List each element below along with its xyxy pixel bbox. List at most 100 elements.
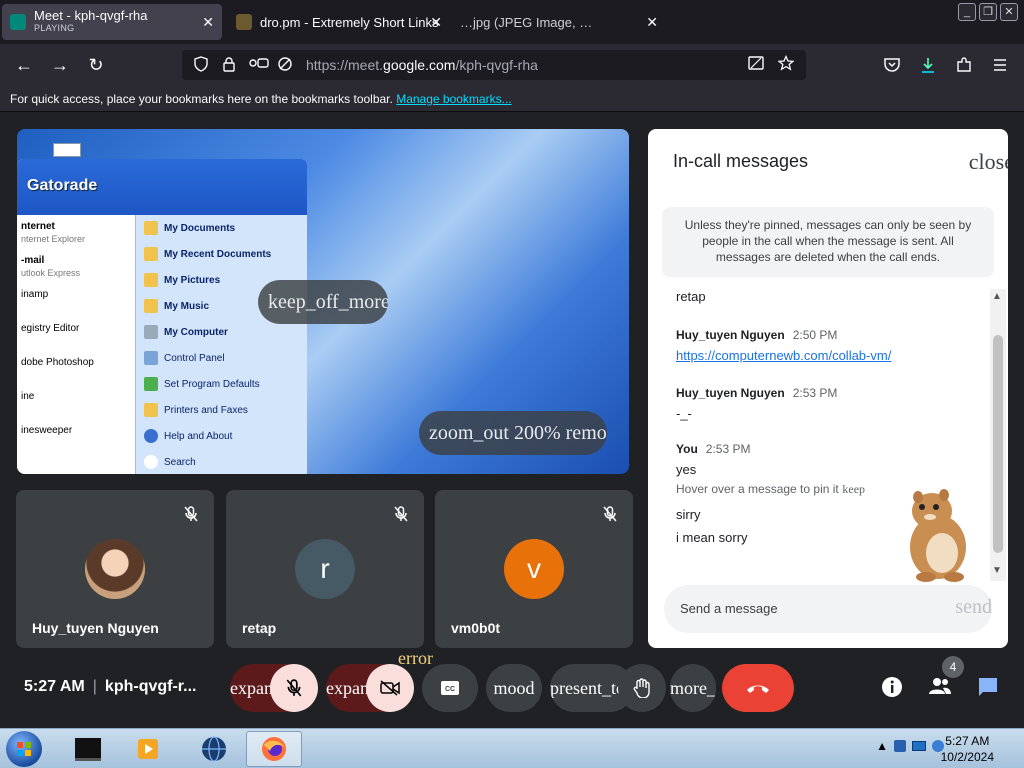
window-controls: _ ❐ ✕ — [958, 3, 1018, 21]
participant-tile[interactable]: Huy_tuyen Nguyen — [16, 490, 214, 648]
program-label: egistry Editor — [21, 323, 80, 334]
reactions-button[interactable]: mood — [486, 664, 542, 712]
place-label: Set Program Defaults — [164, 378, 260, 390]
extensions-icon[interactable] — [952, 53, 976, 77]
list-item: dobe Photoshop — [17, 351, 135, 385]
printer-icon — [144, 403, 158, 417]
separator: | — [92, 678, 97, 695]
tile-overlay-controls[interactable]: keep_off_more_vert — [258, 280, 388, 324]
dropm-favicon-icon — [236, 14, 252, 30]
scroll-thumb[interactable] — [993, 335, 1003, 553]
raise-hand-button[interactable] — [618, 664, 666, 712]
start-button[interactable] — [6, 731, 42, 767]
camera-blocked-icon[interactable] — [276, 56, 294, 74]
leave-call-button[interactable] — [722, 664, 794, 712]
clock-date: 10/2/2024 — [940, 750, 994, 764]
place-label: My Music — [164, 300, 210, 312]
navigation-toolbar: ← → ↻ https://meet.google.com/kph-qvgf-r… — [0, 44, 1024, 86]
tray-display-icon[interactable] — [912, 741, 926, 751]
minimize-icon[interactable]: _ — [958, 3, 976, 21]
participant-name: Huy_tuyen Nguyen — [32, 620, 159, 636]
message-link[interactable]: https://computernewb.com/collab-vm/ — [676, 348, 986, 363]
tray-expand-icon[interactable]: ▲ — [876, 739, 888, 753]
mini-window-icon — [53, 143, 81, 157]
message-header: Huy_tuyen Nguyen 2:50 PM — [676, 327, 986, 342]
manage-bookmarks-link[interactable]: Manage bookmarks... — [396, 92, 511, 106]
message-input[interactable]: Send a message send — [664, 585, 992, 633]
more-options-button[interactable]: more_vert — [670, 664, 716, 712]
place-label: Control Panel — [164, 352, 225, 364]
meeting-details-button[interactable] — [880, 676, 904, 700]
presentation-tile[interactable]: Gatorade nternet nternet Explorer -mail ut… — [17, 129, 629, 474]
people-button[interactable] — [928, 676, 952, 700]
list-item: My Documents — [136, 215, 307, 241]
program-label: -mail — [21, 255, 45, 266]
list-item: Set Program Defaults — [136, 371, 307, 397]
chat-button[interactable] — [976, 676, 1000, 700]
mic-toggle-button[interactable] — [270, 664, 318, 712]
taskbar-app[interactable] — [60, 731, 116, 767]
captions-button[interactable]: CC — [422, 664, 478, 712]
taskbar-app-firefox[interactable] — [246, 731, 302, 767]
tray-app-icon[interactable] — [894, 740, 906, 752]
message-time: 2:50 PM — [792, 328, 838, 342]
meeting-code[interactable]: kph-qvgf-r... — [105, 678, 197, 695]
bookmark-star-icon[interactable] — [776, 54, 796, 75]
participant-name: vm0b0t — [451, 620, 501, 636]
system-clock[interactable]: 5:27 AM 10/2/2024 — [941, 733, 994, 765]
back-icon[interactable]: ← — [12, 53, 36, 77]
message-scrollbar[interactable]: ▲ ▼ — [990, 289, 1006, 581]
keep-icon[interactable]: keep — [842, 482, 865, 496]
lock-icon[interactable] — [220, 56, 238, 74]
place-label: Printers and Faxes — [164, 404, 248, 416]
permissions-icon[interactable] — [248, 56, 269, 74]
downloads-icon[interactable] — [916, 53, 940, 77]
meeting-controls: 5:27 AM|kph-qvgf-r... error expand_less … — [0, 648, 1024, 728]
tab-jpeg[interactable]: …jpg (JPEG Image, … ✕ — [452, 4, 666, 40]
recent-icon — [144, 247, 158, 261]
close-panel-button[interactable]: close — [969, 149, 1008, 175]
system-tray: ▲ — [876, 739, 944, 753]
windows-logo-icon — [17, 742, 31, 756]
os-taskbar: ▲ 5:27 AM 10/2/2024 — [0, 728, 1024, 768]
firefox-icon — [262, 737, 286, 761]
reload-icon[interactable]: ↻ — [84, 53, 108, 77]
restore-icon[interactable]: ❐ — [979, 3, 997, 21]
participant-tile[interactable]: r retap — [226, 490, 424, 648]
program-label: ine — [21, 391, 35, 402]
tab-dropm[interactable]: dro.pm - Extremely Short Links ✕ — [228, 4, 450, 40]
participant-tile[interactable]: v vm0b0t — [435, 490, 633, 648]
reader-view-icon[interactable] — [746, 55, 766, 75]
window-close-icon[interactable]: ✕ — [1000, 3, 1018, 21]
scroll-up-icon[interactable]: ▲ — [992, 291, 1002, 302]
shield-icon[interactable] — [192, 56, 210, 74]
menu-icon[interactable] — [988, 53, 1012, 77]
url-bar[interactable]: https://meet.google.com/kph-qvgf-rha — [182, 50, 806, 80]
zoom-controls[interactable]: zoom_out 200% remove — [419, 411, 607, 455]
search-icon — [144, 455, 158, 469]
control-panel-icon — [144, 351, 158, 365]
camera-toggle-button[interactable] — [366, 664, 414, 712]
place-label: Help and About — [164, 430, 233, 442]
close-tab-icon[interactable]: ✕ — [646, 14, 658, 31]
globe-app-icon — [202, 736, 226, 762]
close-tab-icon[interactable]: ✕ — [430, 14, 442, 31]
message-sender: You — [676, 442, 698, 456]
list-item: My Recent Documents — [136, 241, 307, 267]
url-text[interactable]: https://meet.google.com/kph-qvgf-rha — [306, 57, 746, 73]
start-menu-places: My Documents My Recent Documents My Pict… — [135, 215, 307, 474]
tab-meet[interactable]: Meet - kph-qvgf-rha PLAYING ✕ — [2, 4, 222, 40]
forward-icon[interactable]: → — [48, 53, 72, 77]
program-label: inesweeper — [21, 425, 73, 436]
tab-title: dro.pm - Extremely Short Links — [260, 14, 439, 30]
taskbar-app[interactable] — [186, 731, 242, 767]
taskbar-app[interactable] — [120, 731, 176, 767]
mic-off-icon — [603, 506, 617, 525]
close-tab-icon[interactable]: ✕ — [202, 14, 214, 31]
participant-name: retap — [242, 620, 277, 636]
pocket-icon[interactable] — [880, 53, 904, 77]
scroll-down-icon[interactable]: ▼ — [992, 565, 1002, 576]
send-button[interactable]: send — [955, 596, 992, 619]
help-icon — [144, 429, 158, 443]
message-line: yes — [676, 462, 697, 477]
